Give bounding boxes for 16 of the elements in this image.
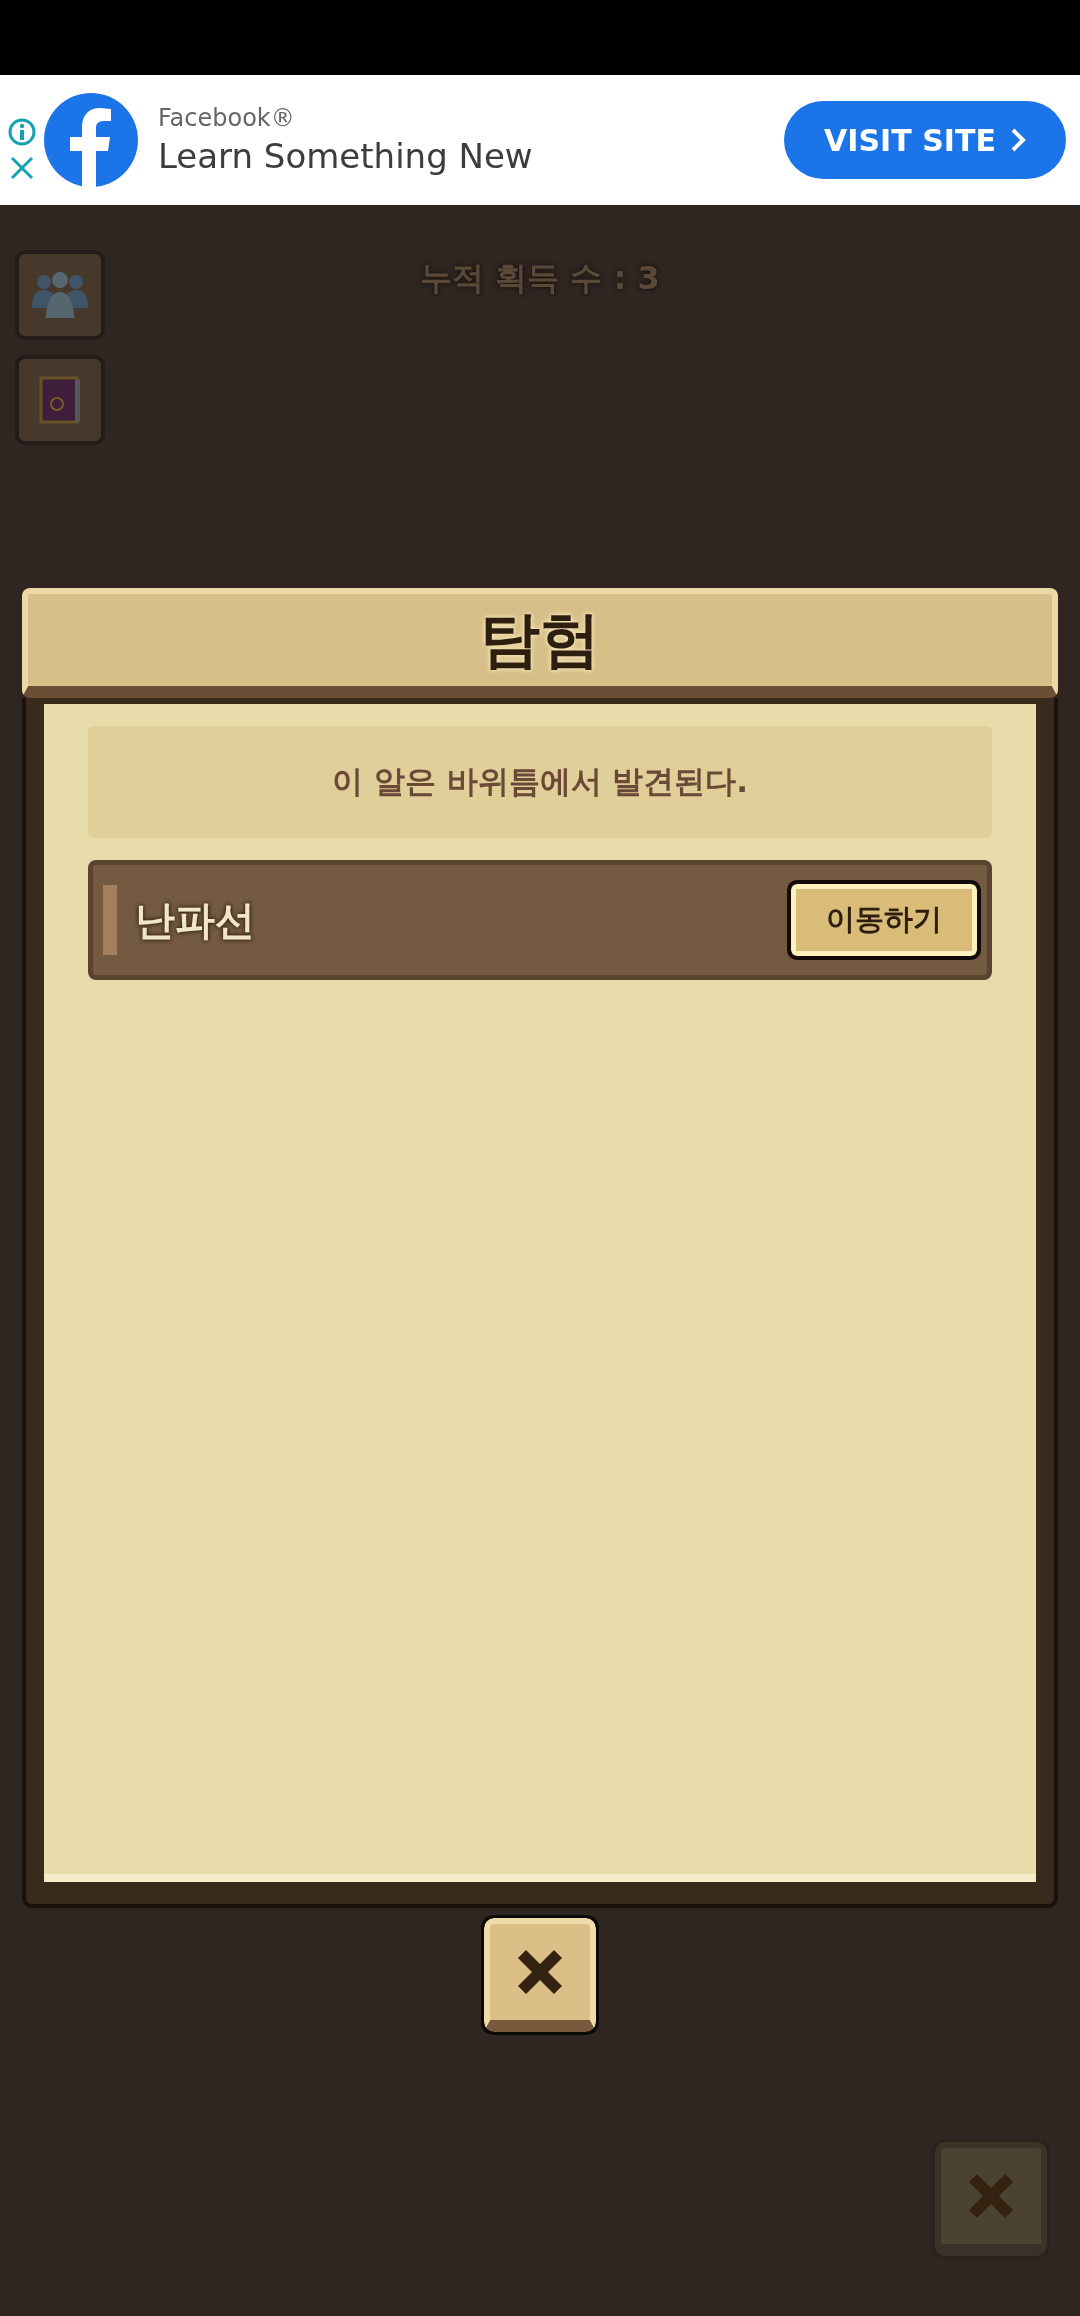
friends-button[interactable]: [15, 250, 105, 340]
book-button[interactable]: [15, 355, 105, 445]
people-icon: [30, 270, 90, 320]
ad-headline: Learn Something New: [158, 136, 534, 176]
chevron-right-icon: [1009, 127, 1026, 153]
facebook-logo-icon: [44, 93, 138, 187]
row-marker: [103, 885, 117, 955]
hint-message: 이 알은 바위틈에서 발견된다.: [88, 726, 992, 838]
advertiser-name: Facebook®: [158, 104, 296, 132]
location-name: 난파선: [135, 895, 256, 945]
book-icon: [37, 374, 83, 426]
dialog-title: 탐험: [480, 602, 600, 676]
info-icon[interactable]: [7, 117, 37, 147]
ad-banner[interactable]: Facebook® Learn Something New VISIT SITE: [0, 75, 1080, 205]
close-icon[interactable]: [9, 155, 35, 181]
visit-site-button[interactable]: VISIT SITE: [784, 101, 1066, 179]
